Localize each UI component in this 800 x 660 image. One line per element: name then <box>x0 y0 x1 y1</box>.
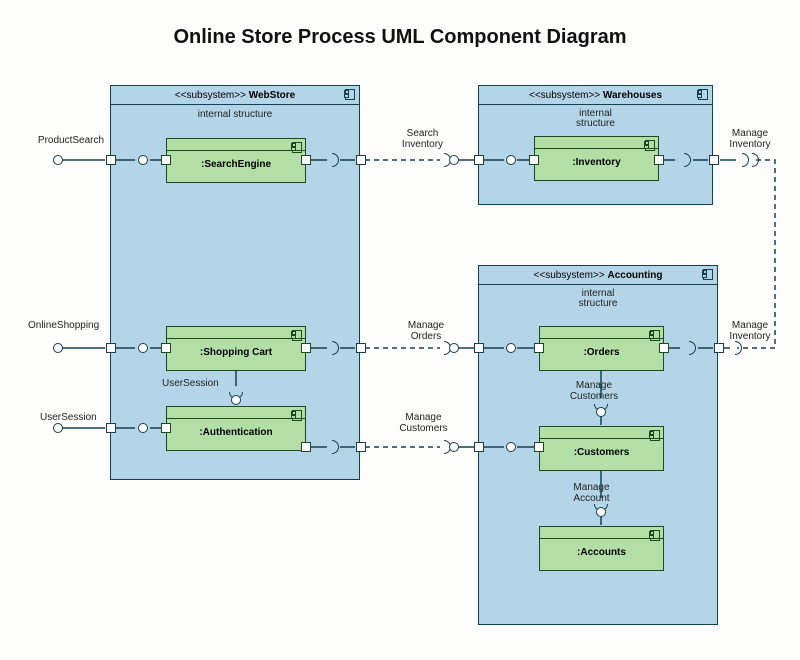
component-icon <box>291 142 302 151</box>
port <box>474 155 484 165</box>
interface-ball <box>138 423 148 433</box>
port <box>106 343 116 353</box>
stereotype-label: <<subsystem>> <box>175 90 246 101</box>
component-icon <box>644 140 655 149</box>
label-manage-customers: Manage Customers <box>396 412 451 434</box>
component-authentication-label: :Authentication <box>167 419 305 446</box>
component-inventory-label: :Inventory <box>535 149 658 176</box>
internal-structure-label: internalstructure <box>479 105 712 135</box>
port <box>709 155 719 165</box>
interface-ball <box>449 155 459 165</box>
component-authentication: :Authentication <box>166 406 306 451</box>
component-orders-label: :Orders <box>540 339 663 366</box>
subsystem-webstore-header: <<subsystem>> WebStore <box>111 86 359 105</box>
port <box>161 155 171 165</box>
port <box>714 343 724 353</box>
interface-ball <box>138 343 148 353</box>
component-searchengine: :SearchEngine <box>166 138 306 183</box>
interface-ball <box>53 423 63 433</box>
subsystem-webstore: <<subsystem>> WebStore internal structur… <box>110 85 360 480</box>
interface-ball <box>449 343 459 353</box>
subsystem-warehouses-name: Warehouses <box>603 90 662 101</box>
stereotype-label: <<subsystem>> <box>534 270 605 281</box>
component-orders: :Orders <box>539 326 664 371</box>
interface-ball <box>506 343 516 353</box>
label-user-session-ext: UserSession <box>40 412 97 423</box>
subsystem-accounting-header: <<subsystem>> Accounting <box>479 266 717 285</box>
component-icon <box>649 530 660 539</box>
port <box>654 155 664 165</box>
interface-ball <box>596 507 606 517</box>
stereotype-label: <<subsystem>> <box>529 90 600 101</box>
label-manage-customers-int: Manage Customers <box>564 380 624 402</box>
interface-ball <box>138 155 148 165</box>
interface-ball <box>506 155 516 165</box>
label-search-inventory: Search Inventory <box>400 128 445 150</box>
interface-ball <box>449 442 459 452</box>
port <box>534 343 544 353</box>
component-icon <box>291 330 302 339</box>
interface-ball <box>596 407 606 417</box>
port <box>659 343 669 353</box>
component-shoppingcart: :Shopping Cart <box>166 326 306 371</box>
label-manage-orders: Manage Orders <box>405 320 447 342</box>
internal-structure-label: internalstructure <box>479 285 717 315</box>
component-icon <box>649 330 660 339</box>
subsystem-warehouses-header: <<subsystem>> Warehouses <box>479 86 712 105</box>
port <box>161 423 171 433</box>
port <box>106 423 116 433</box>
port <box>474 442 484 452</box>
interface-ball <box>231 395 241 405</box>
port <box>529 155 539 165</box>
component-icon <box>344 89 355 98</box>
component-accounts-label: :Accounts <box>540 539 663 566</box>
component-shoppingcart-label: :Shopping Cart <box>167 339 305 366</box>
subsystem-accounting-name: Accounting <box>607 270 662 281</box>
port <box>161 343 171 353</box>
port <box>301 343 311 353</box>
port <box>106 155 116 165</box>
port <box>356 155 366 165</box>
port <box>356 343 366 353</box>
label-online-shopping: OnlineShopping <box>28 320 99 331</box>
port <box>356 442 366 452</box>
port <box>534 442 544 452</box>
label-manage-inventory-bottom: Manage Inventory <box>725 320 775 342</box>
label-product-search: ProductSearch <box>34 135 108 146</box>
interface-ball <box>53 155 63 165</box>
label-user-session-int: UserSession <box>162 378 219 389</box>
internal-structure-label: internal structure <box>111 105 359 126</box>
port <box>301 155 311 165</box>
port <box>474 343 484 353</box>
subsystem-warehouses: <<subsystem>> Warehouses internalstructu… <box>478 85 713 205</box>
port <box>301 442 311 452</box>
component-customers-label: :Customers <box>540 439 663 466</box>
required-interface <box>735 153 749 167</box>
component-customers: :Customers <box>539 426 664 471</box>
page-title: Online Store Process UML Component Diagr… <box>0 26 800 49</box>
required-interface <box>728 341 742 355</box>
subsystem-webstore-name: WebStore <box>249 90 296 101</box>
component-icon <box>291 410 302 419</box>
interface-ball <box>53 343 63 353</box>
component-inventory: :Inventory <box>534 136 659 181</box>
component-icon <box>702 269 713 278</box>
component-icon <box>697 89 708 98</box>
label-manage-inventory-top: Manage Inventory <box>725 128 775 150</box>
label-manage-account-int: Manage Account <box>564 482 619 504</box>
component-accounts: :Accounts <box>539 526 664 571</box>
interface-ball <box>506 442 516 452</box>
component-icon <box>649 430 660 439</box>
component-searchengine-label: :SearchEngine <box>167 151 305 178</box>
